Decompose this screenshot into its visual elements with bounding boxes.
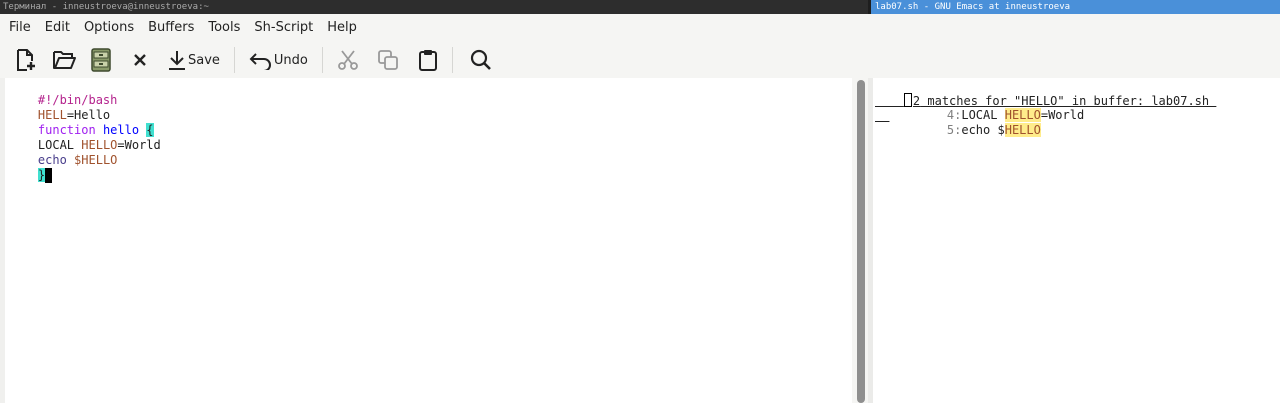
- save-label: Save: [188, 52, 220, 68]
- occur-cursor: [903, 93, 912, 107]
- occur-match-line[interactable]: 5:echo $HELLO: [918, 108, 1041, 137]
- open-file-button[interactable]: [51, 44, 77, 76]
- menu-buffers[interactable]: Buffers: [141, 14, 201, 42]
- menu-sh-script[interactable]: Sh-Script: [247, 14, 320, 42]
- paren-match-close: }: [37, 168, 46, 182]
- close-buffer-button[interactable]: [129, 44, 151, 76]
- line-number: 5:: [946, 123, 962, 137]
- search-icon: [470, 49, 491, 70]
- toolbar: Save Undo: [0, 42, 1280, 78]
- code-line-5: echo $HELLO: [9, 138, 118, 167]
- menu-help[interactable]: Help: [320, 14, 364, 42]
- cut-button[interactable]: [336, 44, 360, 76]
- file-cabinet-icon: [91, 48, 111, 72]
- menu-options[interactable]: Options: [77, 14, 141, 42]
- undo-button[interactable]: Undo: [249, 44, 308, 76]
- save-button[interactable]: Save: [167, 44, 220, 76]
- toolbar-separator: [321, 47, 323, 73]
- code-line-6: }: [9, 153, 53, 183]
- occur-header: 2 matches for "HELLO" in buffer: lab07.s…: [875, 78, 1216, 108]
- menu-file[interactable]: File: [0, 14, 38, 42]
- paste-button[interactable]: [416, 44, 440, 76]
- match-context: echo $: [961, 123, 1005, 137]
- undo-icon: [249, 53, 271, 70]
- code-line-2: HELL=Hello: [9, 93, 110, 122]
- toolbar-separator: [451, 47, 453, 73]
- occur-buffer[interactable]: 2 matches for "HELLO" in buffer: lab07.s…: [873, 78, 1280, 403]
- new-file-button[interactable]: [12, 44, 38, 76]
- search-button[interactable]: [468, 44, 494, 76]
- close-icon: [134, 54, 146, 66]
- match-context: =World: [1040, 108, 1085, 122]
- menu-tools[interactable]: Tools: [201, 14, 247, 42]
- code-line-1: #!/bin/bash: [9, 78, 117, 107]
- code-line-3: function hello {: [9, 108, 154, 137]
- toolbar-separator: [233, 47, 235, 73]
- text-cursor: [45, 168, 53, 183]
- menu-edit[interactable]: Edit: [38, 14, 77, 42]
- occur-match-line[interactable]: 4:LOCAL HELLO=World: [918, 93, 1084, 122]
- copy-icon: [377, 50, 398, 70]
- clipboard-icon: [418, 50, 437, 71]
- editor-buffer[interactable]: #!/bin/bash HELL=Hello function hello { …: [5, 78, 852, 403]
- folder-open-icon: [53, 51, 76, 69]
- scrollbar-thumb[interactable]: [857, 80, 865, 403]
- new-file-icon: [17, 49, 35, 71]
- terminal-window-title[interactable]: Терминал - inneustroeva@inneustroeva:~: [0, 0, 868, 14]
- taskbar: Терминал - inneustroeva@inneustroeva:~ l…: [0, 0, 1280, 14]
- menu-bar: File Edit Options Buffers Tools Sh-Scrip…: [0, 14, 1280, 42]
- undo-label: Undo: [273, 52, 308, 68]
- variable-reference: $HELLO: [74, 153, 118, 167]
- emacs-window-title[interactable]: lab07.sh - GNU Emacs at inneustroeva: [871, 0, 1280, 14]
- assignment: =World: [117, 138, 161, 152]
- scissors-icon: [337, 50, 358, 70]
- copy-button[interactable]: [376, 44, 400, 76]
- match-highlight: HELLO: [1004, 123, 1041, 137]
- dired-button[interactable]: [89, 44, 113, 76]
- code-line-4: LOCAL HELLO=World: [9, 123, 161, 152]
- download-save-icon: [169, 51, 185, 70]
